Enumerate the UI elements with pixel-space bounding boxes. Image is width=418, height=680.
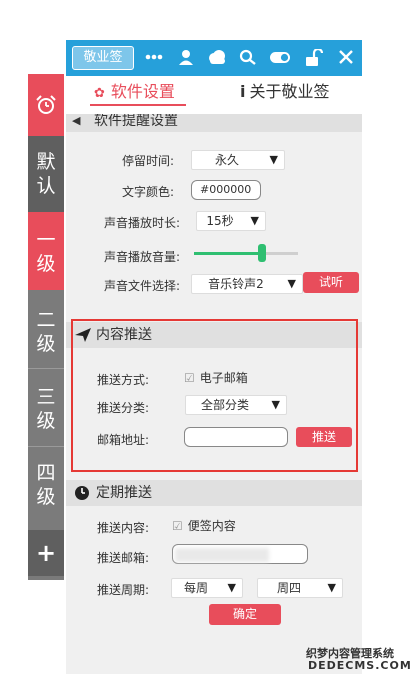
push-email-label: 邮箱地址:	[97, 433, 150, 447]
clock-icon	[74, 480, 90, 510]
sound-volume-label: 声音播放音量:	[103, 250, 180, 264]
check-icon: ☑	[184, 371, 195, 385]
alarm-clock-button[interactable]	[28, 74, 64, 136]
scheduled-section-title: 定期推送	[96, 485, 152, 501]
brand-label: 敬业签	[72, 46, 134, 70]
weekday-value: 周四	[276, 581, 301, 595]
sidebar-item-label: 一级	[36, 229, 56, 275]
note-content-label: 便签内容	[187, 519, 236, 533]
sidebar-item-label: 默认	[36, 151, 56, 197]
weekday-select[interactable]: 周四 ▼	[257, 578, 343, 598]
sound-file-select[interactable]: 音乐铃声2 ▼	[191, 274, 303, 294]
active-tab-indicator	[90, 104, 186, 106]
stay-time-value: 永久	[214, 153, 239, 167]
note-content-checkbox[interactable]: ☑ 便签内容	[172, 517, 236, 534]
confirm-button[interactable]: 确定	[209, 604, 281, 625]
reminder-section-header: ◀ 软件提醒设置	[66, 114, 362, 132]
more-icon[interactable]	[142, 44, 166, 65]
stay-time-label: 停留时间:	[121, 154, 174, 168]
volume-slider-fill	[194, 252, 262, 255]
email-method-checkbox[interactable]: ☑ 电子邮箱	[184, 369, 248, 386]
dropdown-arrow-icon: ▼	[271, 398, 280, 411]
sidebar-item-label: 三级	[36, 386, 56, 432]
push-method-label: 推送方式:	[97, 373, 150, 387]
unlock-icon[interactable]	[302, 44, 326, 67]
gear-icon: ✿	[94, 86, 105, 101]
test-sound-button[interactable]: 试听	[303, 272, 359, 293]
sound-file-label: 声音文件选择:	[103, 279, 180, 293]
push-category-label: 推送分类:	[97, 401, 150, 415]
scheduled-period-label: 推送周期:	[97, 583, 150, 597]
close-icon[interactable]	[334, 44, 358, 65]
push-category-value: 全部分类	[200, 398, 249, 412]
period-select[interactable]: 每周 ▼	[171, 578, 243, 598]
scheduled-email-input[interactable]	[172, 544, 308, 564]
sound-file-value: 音乐铃声2	[208, 277, 264, 291]
period-value: 每周	[183, 581, 208, 595]
toggle-icon[interactable]	[268, 44, 292, 65]
text-color-input[interactable]: #000000	[191, 180, 261, 200]
sidebar-item-label: 二级	[36, 309, 56, 355]
sound-duration-select[interactable]: 15秒 ▼	[196, 211, 266, 231]
stay-time-select[interactable]: 永久 ▼	[191, 150, 285, 170]
reminder-section-title: 软件提醒设置	[94, 114, 178, 129]
watermark-line-2: DEDECMS.COM	[308, 659, 412, 672]
scheduled-content-label: 推送内容:	[97, 521, 150, 535]
user-icon[interactable]	[174, 44, 198, 65]
dropdown-arrow-icon: ▼	[327, 581, 336, 594]
push-button[interactable]: 推送	[296, 427, 352, 447]
email-method-label: 电子邮箱	[199, 371, 248, 385]
cloud-icon[interactable]	[205, 44, 229, 65]
check-icon: ☑	[172, 519, 183, 533]
scheduled-email-label: 推送邮箱:	[97, 551, 150, 565]
sidebar-item-label: 四级	[36, 462, 56, 508]
sidebar-item-level-1[interactable]: 一级	[28, 212, 64, 290]
volume-slider-track[interactable]	[194, 244, 298, 262]
search-icon[interactable]	[236, 44, 260, 65]
dropdown-arrow-icon: ▼	[287, 277, 296, 290]
push-category-select[interactable]: 全部分类 ▼	[185, 395, 287, 415]
scheduled-section-header: 定期推送	[66, 480, 362, 506]
dropdown-arrow-icon: ▼	[250, 214, 259, 227]
volume-slider-thumb[interactable]	[257, 244, 266, 262]
tab-settings-label: 软件设置	[110, 82, 175, 101]
push-email-input[interactable]	[184, 427, 288, 447]
tab-settings[interactable]: ✿ 软件设置	[94, 78, 175, 102]
dropdown-arrow-icon: ▼	[269, 153, 278, 166]
tab-about[interactable]: i 关于敬业签	[240, 78, 330, 102]
info-icon: i	[240, 82, 246, 101]
sidebar-item-level-4[interactable]: 四级	[28, 447, 64, 530]
speaker-icon: ◀	[72, 114, 81, 127]
text-color-label: 文字颜色:	[121, 185, 174, 199]
sound-duration-label: 声音播放时长:	[103, 216, 180, 230]
dropdown-arrow-icon: ▼	[227, 581, 236, 594]
sidebar-item-level-2[interactable]: 二级	[28, 290, 64, 368]
blurred-email	[175, 548, 269, 562]
sound-duration-value: 15秒	[206, 214, 234, 228]
tab-about-label: 关于敬业签	[249, 82, 330, 101]
sidebar-item-default[interactable]: 默认	[28, 136, 64, 212]
sidebar-item-level-3[interactable]: 三级	[28, 369, 64, 446]
add-level-button[interactable]: +	[28, 530, 64, 576]
